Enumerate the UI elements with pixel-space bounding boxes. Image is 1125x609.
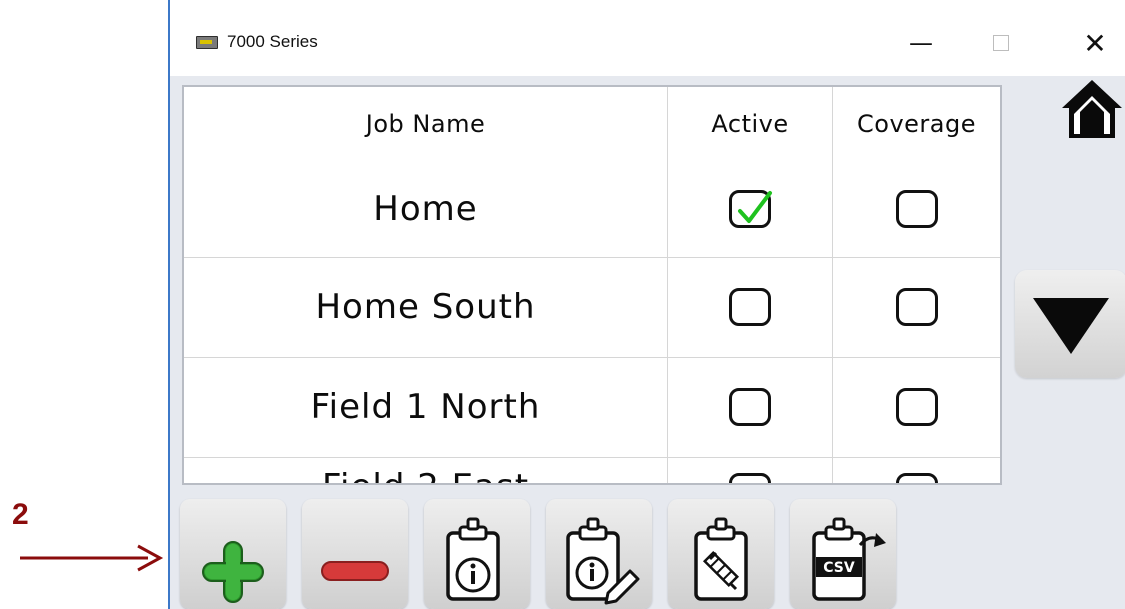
active-checkbox[interactable]: [729, 388, 771, 426]
active-checkbox[interactable]: [729, 473, 771, 483]
clipboard-csv-export-icon: CSV: [812, 517, 886, 601]
column-header-job-name: Job Name: [184, 87, 668, 161]
coverage-checkbox[interactable]: [895, 288, 938, 326]
clipboard-satellite-icon: [694, 517, 748, 601]
title-bar: 7000 Series — ✕: [170, 0, 1125, 76]
minimize-button[interactable]: —: [896, 20, 946, 66]
callout-number: 2: [12, 498, 29, 531]
column-header-active: Active: [668, 87, 833, 161]
active-checkbox[interactable]: [729, 288, 771, 326]
clipboard-info-edit-icon: [566, 517, 640, 605]
job-satellite-button[interactable]: [668, 499, 774, 609]
coverage-checkbox[interactable]: [895, 473, 938, 483]
client-area: Job Name Active Coverage Home Home South…: [170, 76, 1125, 609]
home-button[interactable]: [1060, 78, 1124, 140]
export-csv-button[interactable]: CSV: [790, 499, 896, 609]
column-header-coverage: Coverage: [857, 110, 976, 138]
table-row[interactable]: Home South: [184, 257, 1000, 358]
coverage-checkbox[interactable]: [895, 190, 938, 228]
callout-arrow-icon: [20, 544, 164, 572]
clipboard-info-icon: [446, 517, 500, 601]
table-header: Job Name Active Coverage: [184, 87, 1000, 161]
app-window: 7000 Series — ✕ Job Name Active Coverage…: [168, 0, 1125, 609]
table-row[interactable]: Field 2 East: [184, 457, 1000, 483]
table-row[interactable]: Home: [184, 161, 1000, 258]
maximize-icon: [993, 35, 1009, 51]
checkmark-icon: [738, 191, 772, 223]
job-name-cell: Home South: [184, 257, 668, 357]
job-info-button[interactable]: [424, 499, 530, 609]
minimize-icon: —: [909, 29, 933, 57]
edit-job-info-button[interactable]: [546, 499, 652, 609]
scroll-down-button[interactable]: [1015, 270, 1125, 378]
job-name-cell: Field 2 East: [184, 457, 668, 483]
job-table: Job Name Active Coverage Home Home South…: [182, 85, 1002, 485]
maximize-button[interactable]: [976, 20, 1026, 66]
job-name-cell: Field 1 North: [184, 357, 668, 457]
plus-icon: [202, 541, 264, 603]
minus-icon: [321, 561, 389, 581]
csv-label: CSV: [823, 560, 855, 576]
coverage-checkbox[interactable]: [895, 388, 938, 426]
app-logo-icon: [196, 36, 218, 49]
home-icon: [1062, 80, 1122, 138]
add-job-button[interactable]: [180, 499, 286, 609]
close-icon: ✕: [1083, 26, 1107, 60]
active-checkbox[interactable]: [729, 190, 772, 228]
close-button[interactable]: ✕: [1070, 20, 1120, 66]
window-title: 7000 Series: [227, 32, 318, 51]
table-row[interactable]: Field 1 North: [184, 357, 1000, 458]
remove-job-button[interactable]: [302, 499, 408, 609]
triangle-down-icon: [1033, 298, 1109, 354]
job-name-cell: Home: [184, 161, 668, 257]
